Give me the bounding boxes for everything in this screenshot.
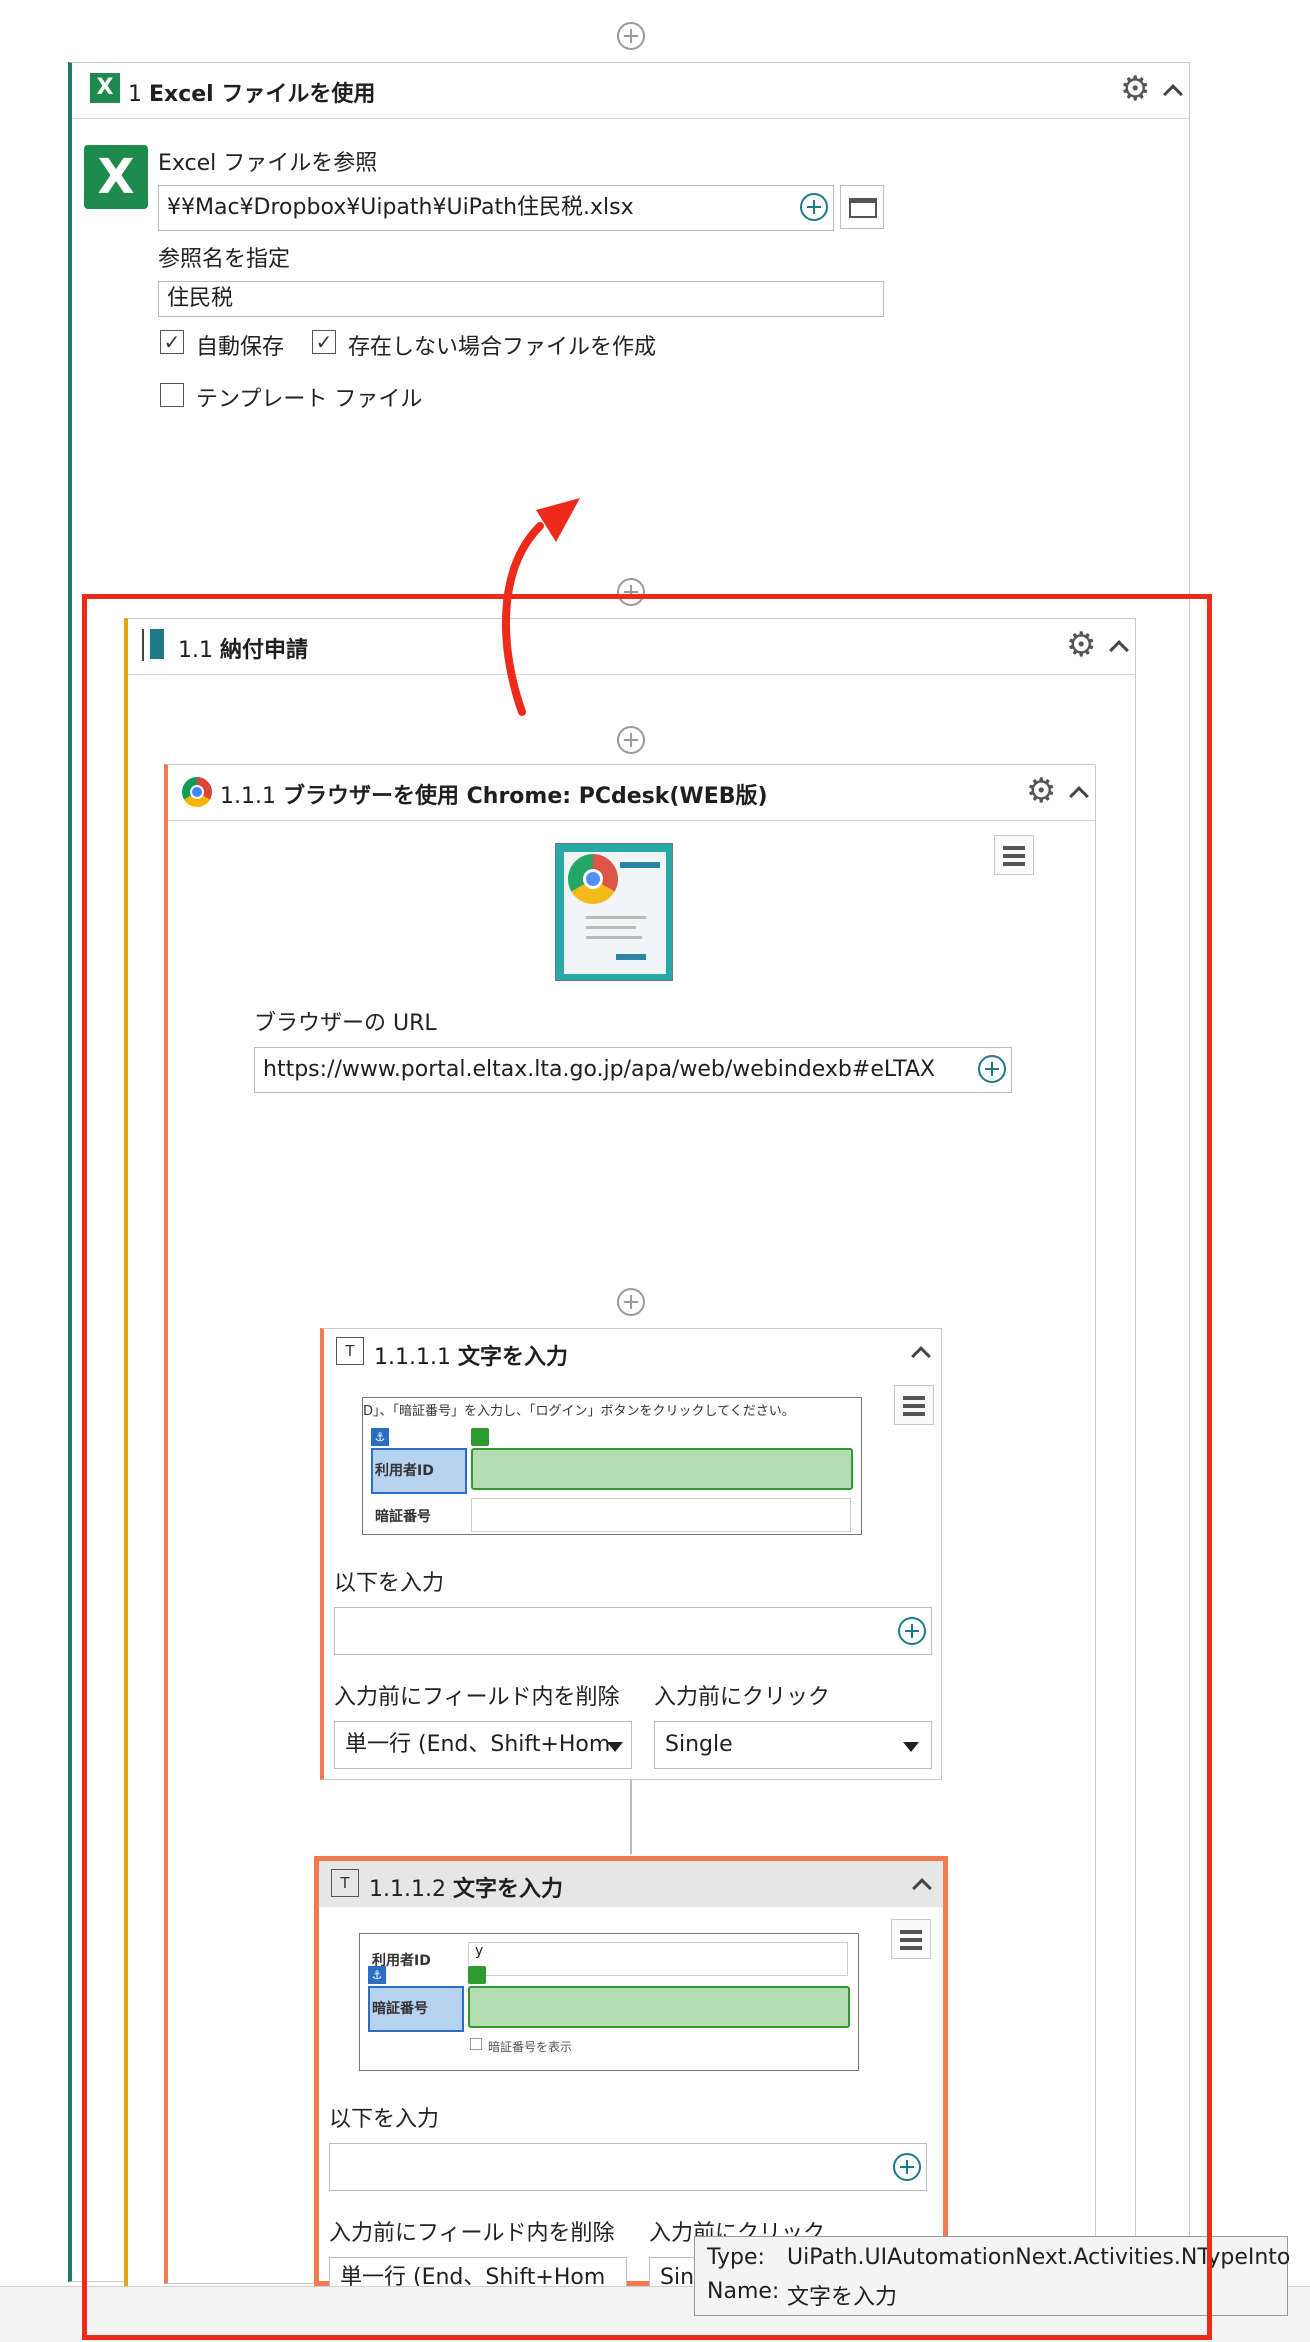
excel-large-icon: X (84, 145, 148, 209)
excel-scope-title: 1 Excel ファイルを使用 (128, 76, 375, 108)
browse-folder-button[interactable] (840, 185, 884, 229)
file-path-input[interactable]: ¥¥Mac¥Dropbox¥Uipath¥UiPath住民税.xlsx (158, 185, 834, 231)
add-file-path-icon[interactable] (800, 193, 828, 221)
template-file-label: テンプレート ファイル (196, 387, 423, 412)
autosave-checkbox[interactable]: ✓ (160, 330, 184, 354)
excel-scope-name: Excel ファイルを使用 (149, 82, 376, 107)
file-path-label: Excel ファイルを参照 (158, 151, 378, 176)
collapse-chevron-icon[interactable] (1163, 84, 1183, 104)
annotation-frame (82, 594, 1212, 2340)
annotation-arrow (502, 498, 580, 716)
autosave-label: 自動保存 (196, 335, 285, 360)
reference-name-input[interactable]: 住民税 (158, 281, 884, 317)
reference-name-label: 参照名を指定 (158, 247, 291, 272)
create-if-missing-label: 存在しない場合ファイルを作成 (348, 335, 657, 360)
folder-icon (849, 198, 877, 218)
gear-icon[interactable]: ⚙ (1120, 72, 1150, 106)
add-activity-icon[interactable] (617, 22, 645, 50)
template-file-checkbox[interactable] (160, 383, 184, 407)
reference-name-value: 住民税 (167, 286, 234, 311)
excel-scope-header[interactable]: X 1 Excel ファイルを使用 ⚙ (72, 63, 1189, 119)
create-if-missing-checkbox[interactable]: ✓ (312, 330, 336, 354)
excel-icon: X (90, 73, 120, 103)
excel-scope-number: 1 (128, 82, 142, 107)
file-path-value: ¥¥Mac¥Dropbox¥Uipath¥UiPath住民税.xlsx (167, 195, 634, 220)
